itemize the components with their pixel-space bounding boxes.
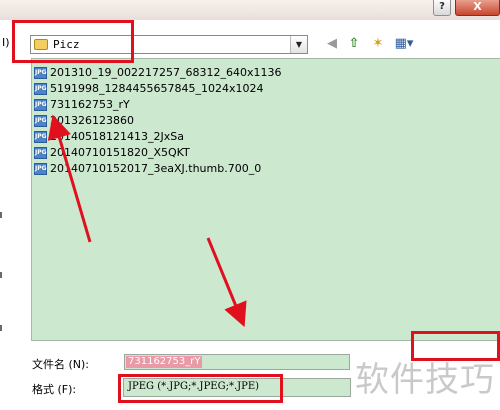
arrow-to-name-field [206, 237, 247, 328]
annotation-arrows [47, 114, 247, 328]
arrow-to-file-list [47, 114, 92, 243]
